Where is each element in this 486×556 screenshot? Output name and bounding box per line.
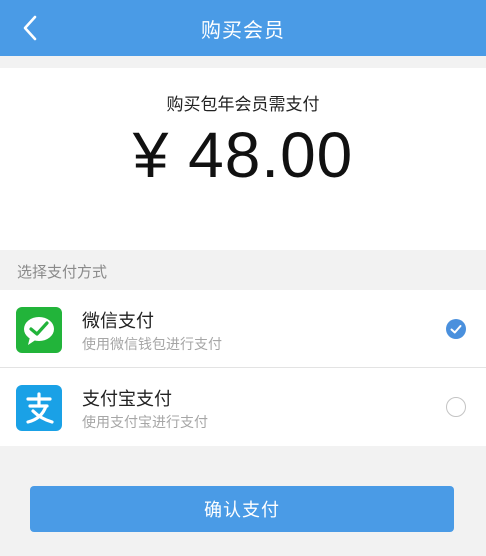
payment-option-description: 使用微信钱包进行支付 — [82, 337, 222, 353]
wechat-pay-icon — [16, 307, 62, 353]
alipay-icon — [16, 385, 62, 431]
payment-option-name: 支付宝支付 — [82, 389, 172, 410]
confirm-payment-button[interactable]: 确认支付 — [30, 486, 454, 532]
chevron-left-icon — [23, 15, 37, 41]
selected-check-icon[interactable] — [446, 319, 466, 339]
amount-panel: 购买包年会员需支付 ¥ 48.00 — [0, 68, 486, 250]
payment-option-description: 使用支付宝进行支付 — [82, 415, 208, 431]
amount-caption: 购买包年会员需支付 — [166, 95, 320, 115]
payment-option-name: 微信支付 — [82, 311, 154, 332]
payment-option-alipay[interactable]: 支付宝支付 使用支付宝进行支付 — [0, 368, 486, 445]
payment-method-section-label: 选择支付方式 — [17, 263, 108, 281]
back-button[interactable] — [12, 10, 48, 46]
top-bar: 购买会员 — [0, 0, 486, 56]
payment-method-list: 微信支付 使用微信钱包进行支付 支付宝支付 使用支付宝进行支付 — [0, 290, 486, 446]
unselected-radio-icon[interactable] — [446, 397, 466, 417]
page-title: 购买会员 — [201, 17, 285, 42]
payment-option-wechat[interactable]: 微信支付 使用微信钱包进行支付 — [0, 290, 486, 368]
amount-value: ¥ 48.00 — [132, 119, 354, 191]
